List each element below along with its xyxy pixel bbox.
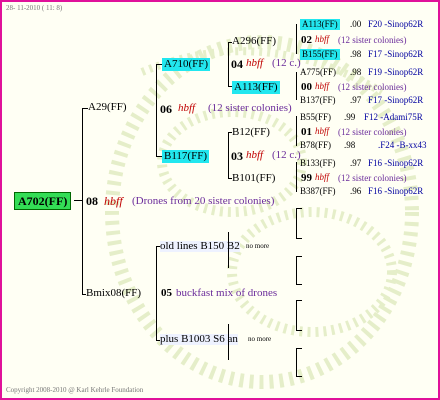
b12-desc: (12 sister colonies) — [338, 127, 407, 137]
node-b117[interactable]: B117(FF) — [162, 150, 209, 163]
b12-hbff: hbff — [315, 126, 330, 136]
b12-dam-score: .99 — [344, 112, 356, 122]
b117-hbff: hbff — [246, 149, 264, 161]
a296-sire-score: .98 — [350, 49, 362, 59]
bmix08-desc: buckfast mix of drones — [176, 287, 278, 299]
a296-desc: (12 sister colonies) — [338, 35, 407, 45]
b101-desc: (12 sister colonies) — [338, 173, 407, 183]
b12-count: 01 — [301, 126, 312, 138]
a113-dam-info: F19 -Sinop62R — [368, 67, 424, 77]
root-node[interactable]: A702(FF) — [14, 192, 72, 210]
a710-count: 04 — [231, 57, 243, 71]
node-b12[interactable]: B12(FF) — [232, 127, 270, 138]
b101-dam[interactable]: B133(FF) — [300, 159, 336, 168]
b101-sire[interactable]: B387(FF) — [300, 187, 336, 196]
b101-dam-score: .97 — [350, 158, 362, 168]
b101-dam-info: F16 -Sinop62R — [368, 158, 424, 168]
a113-dam-score: .98 — [350, 67, 362, 77]
node-a296[interactable]: A296(FF) — [232, 36, 276, 47]
node-bmix08[interactable]: Bmix08(FF) — [86, 288, 141, 299]
pedigree-frame: 28- 11-2010 ( 11: 8) Copyright 2008-2010… — [0, 0, 440, 400]
node-a29[interactable]: A29(FF) — [88, 102, 127, 113]
bmix08-count: 05 — [161, 287, 172, 299]
b101-sire-score: .96 — [350, 186, 362, 196]
b12-sire-score: .98 — [344, 140, 356, 150]
a29-hbff: hbff — [178, 102, 196, 114]
a296-dam-score: .00 — [350, 19, 362, 29]
a296-sire-info: F17 -Sinop62R — [368, 49, 424, 59]
a710-hbff: hbff — [246, 57, 264, 69]
plus-more: no more — [248, 335, 272, 343]
b12-dam-info: F12 -Adami75R — [364, 112, 423, 122]
a113-dam[interactable]: A775(FF) — [300, 68, 336, 77]
b101-sire-info: F16 -Sinop62R — [368, 186, 424, 196]
b12-sire-info: .F24 -B-xx43 — [378, 140, 427, 150]
old-lines-more: no more — [246, 242, 270, 250]
root-count: 08 — [86, 194, 98, 208]
b117-desc: (12 c.) — [272, 149, 301, 161]
a29-count: 06 — [160, 102, 172, 116]
a296-hbff: hbff — [315, 34, 330, 44]
node-plus[interactable]: plus B1003 S6 an — [160, 334, 238, 345]
a113-hbff: hbff — [315, 81, 330, 91]
a113-sire-info: F17 -Sinop62R — [368, 95, 424, 105]
a296-dam-info: F20 -Sinop62R — [368, 19, 424, 29]
a296-sire[interactable]: B155(FF) — [300, 49, 340, 60]
a296-dam[interactable]: A113(FF) — [300, 19, 340, 30]
a113-sire[interactable]: B137(FF) — [300, 96, 336, 105]
a29-desc: (12 sister colonies) — [208, 102, 292, 114]
a113-desc: (12 sister colonies) — [338, 82, 407, 92]
copyright: Copyright 2008-2010 @ Karl Kehrle Founda… — [6, 386, 144, 394]
b117-count: 03 — [231, 149, 243, 163]
node-a113[interactable]: A113(FF) — [232, 81, 280, 94]
node-b101[interactable]: B101(FF) — [232, 173, 275, 184]
b12-dam[interactable]: B55(FF) — [300, 113, 331, 122]
a113-count: 00 — [301, 81, 312, 93]
root-hbff: hbff — [104, 194, 123, 208]
a296-count: 02 — [301, 34, 312, 46]
b12-sire[interactable]: B78(FF) — [300, 141, 331, 150]
b101-hbff: hbff — [315, 172, 330, 182]
node-a710[interactable]: A710(FF) — [162, 58, 211, 71]
a113-sire-score: .97 — [350, 95, 362, 105]
a710-desc: (12 c.) — [272, 57, 301, 69]
root-desc: (Drones from 20 sister colonies) — [132, 195, 275, 207]
date-stamp: 28- 11-2010 ( 11: 8) — [6, 4, 63, 12]
b101-count: 99 — [301, 172, 312, 184]
